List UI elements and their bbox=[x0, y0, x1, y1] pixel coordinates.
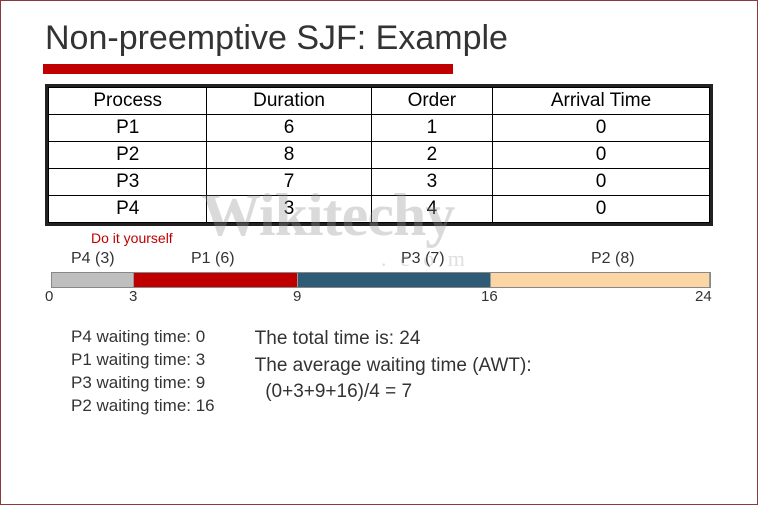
cell: P1 bbox=[49, 115, 207, 142]
cell: P4 bbox=[49, 196, 207, 223]
cell: 3 bbox=[371, 169, 492, 196]
cell: 0 bbox=[493, 169, 710, 196]
cell: 0 bbox=[493, 115, 710, 142]
process-table-wrap: Process Duration Order Arrival Time P1 6… bbox=[45, 84, 713, 226]
table-row: P1 6 1 0 bbox=[49, 115, 710, 142]
table-row: P3 7 3 0 bbox=[49, 169, 710, 196]
wait-p1: P1 waiting time: 3 bbox=[71, 349, 215, 372]
gantt-bar bbox=[51, 272, 711, 288]
cell: 7 bbox=[207, 169, 371, 196]
table-row: P2 8 2 0 bbox=[49, 142, 710, 169]
col-arrival: Arrival Time bbox=[493, 88, 710, 115]
results-row: P4 waiting time: 0 P1 waiting time: 3 P3… bbox=[71, 326, 717, 418]
gantt-label-p1: P1 (6) bbox=[191, 250, 235, 268]
total-time: The total time is: 24 bbox=[255, 326, 532, 353]
cell: 0 bbox=[493, 142, 710, 169]
cell: 0 bbox=[493, 196, 710, 223]
tick-24: 24 bbox=[695, 288, 712, 305]
gantt-label-p4: P4 (3) bbox=[71, 250, 115, 268]
gantt-label-p2: P2 (8) bbox=[591, 250, 635, 268]
waiting-times: P4 waiting time: 0 P1 waiting time: 3 P3… bbox=[71, 326, 215, 418]
wait-p2: P2 waiting time: 16 bbox=[71, 395, 215, 418]
table-header-row: Process Duration Order Arrival Time bbox=[49, 88, 710, 115]
totals: The total time is: 24 The average waitin… bbox=[255, 326, 532, 418]
process-table: Process Duration Order Arrival Time P1 6… bbox=[48, 87, 710, 223]
gantt-seg-p2 bbox=[491, 273, 710, 287]
tick-0: 0 bbox=[45, 288, 53, 305]
tick-9: 9 bbox=[293, 288, 301, 305]
col-order: Order bbox=[371, 88, 492, 115]
cell: P2 bbox=[49, 142, 207, 169]
do-it-yourself-label: Do it yourself bbox=[91, 230, 717, 246]
tick-3: 3 bbox=[129, 288, 137, 305]
slide-title: Non-preemptive SJF: Example bbox=[45, 19, 717, 58]
gantt-seg-p4 bbox=[52, 273, 134, 287]
cell: 1 bbox=[371, 115, 492, 142]
cell: 8 bbox=[207, 142, 371, 169]
gantt-seg-p1 bbox=[134, 273, 299, 287]
gantt-ticks: 0 3 9 16 24 bbox=[51, 288, 711, 308]
wait-p3: P3 waiting time: 9 bbox=[71, 372, 215, 395]
gantt-seg-p3 bbox=[298, 273, 490, 287]
col-duration: Duration bbox=[207, 88, 371, 115]
cell: 3 bbox=[207, 196, 371, 223]
gantt-chart: P4 (3) P1 (6) P3 (7) P2 (8) 0 3 9 16 24 bbox=[51, 250, 707, 308]
gantt-labels: P4 (3) P1 (6) P3 (7) P2 (8) bbox=[51, 250, 707, 272]
col-process: Process bbox=[49, 88, 207, 115]
awt-label: The average waiting time (AWT): bbox=[255, 353, 532, 380]
title-underline bbox=[43, 64, 453, 74]
gantt-label-p3: P3 (7) bbox=[401, 250, 445, 268]
table-row: P4 3 4 0 bbox=[49, 196, 710, 223]
cell: 4 bbox=[371, 196, 492, 223]
tick-16: 16 bbox=[481, 288, 498, 305]
awt-calc: (0+3+9+16)/4 = 7 bbox=[255, 379, 532, 406]
cell: 2 bbox=[371, 142, 492, 169]
cell: P3 bbox=[49, 169, 207, 196]
wait-p4: P4 waiting time: 0 bbox=[71, 326, 215, 349]
table-body: P1 6 1 0 P2 8 2 0 P3 7 3 0 bbox=[49, 115, 710, 223]
cell: 6 bbox=[207, 115, 371, 142]
